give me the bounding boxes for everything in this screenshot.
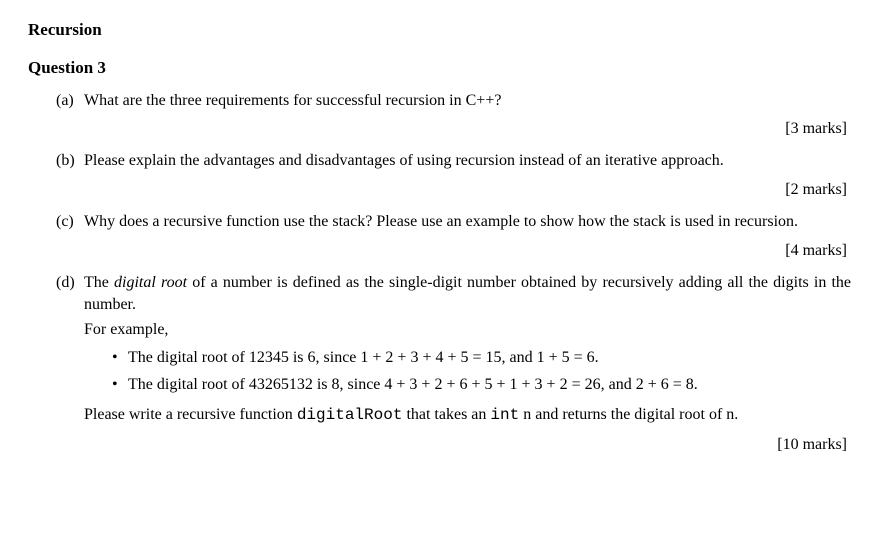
outro-post: n and returns the digital root of n. bbox=[519, 406, 738, 423]
question-title: Question 3 bbox=[28, 56, 851, 80]
marks: [4 marks] bbox=[56, 240, 851, 262]
marks: [3 marks] bbox=[56, 118, 851, 140]
part-label: (d) bbox=[56, 272, 84, 428]
part-text: Please explain the advantages and disadv… bbox=[84, 152, 724, 169]
bullet-text: The digital root of 43265132 is 8, since… bbox=[128, 374, 851, 396]
outro-pre: Please write a recursive function bbox=[84, 406, 297, 423]
part-c: (c) Why does a recursive function use th… bbox=[56, 211, 851, 233]
part-d: (d) The digital root of a number is defi… bbox=[56, 272, 851, 428]
part-text: Why does a recursive function use the st… bbox=[84, 213, 798, 230]
intro-italic: digital root bbox=[114, 274, 187, 291]
outro-mono: int bbox=[490, 406, 519, 424]
intro-pre: The bbox=[84, 274, 114, 291]
question-parts: (a) What are the three requirements for … bbox=[28, 90, 851, 457]
part-body: Please explain the advantages and disadv… bbox=[84, 150, 851, 172]
part-text: What are the three requirements for succ… bbox=[84, 92, 501, 109]
part-body: Why does a recursive function use the st… bbox=[84, 211, 851, 233]
list-item: • The digital root of 43265132 is 8, sin… bbox=[112, 374, 851, 396]
part-b: (b) Please explain the advantages and di… bbox=[56, 150, 851, 172]
marks: [10 marks] bbox=[56, 434, 851, 456]
bullet-text: The digital root of 12345 is 6, since 1 … bbox=[128, 347, 851, 369]
section-title: Recursion bbox=[28, 18, 851, 42]
part-a: (a) What are the three requirements for … bbox=[56, 90, 851, 112]
part-label: (a) bbox=[56, 90, 84, 112]
outro-mono: digitalRoot bbox=[297, 406, 403, 424]
marks: [2 marks] bbox=[56, 179, 851, 201]
outro-mid: that takes an bbox=[402, 406, 490, 423]
part-label: (b) bbox=[56, 150, 84, 172]
for-example: For example, bbox=[84, 319, 851, 341]
part-body: The digital root of a number is defined … bbox=[84, 272, 851, 428]
bullet-list: • The digital root of 12345 is 6, since … bbox=[84, 347, 851, 396]
list-item: • The digital root of 12345 is 6, since … bbox=[112, 347, 851, 369]
part-label: (c) bbox=[56, 211, 84, 233]
part-body: What are the three requirements for succ… bbox=[84, 90, 851, 112]
bullet-icon: • bbox=[112, 347, 128, 369]
bullet-icon: • bbox=[112, 374, 128, 396]
intro-post: of a number is defined as the single-dig… bbox=[84, 274, 851, 313]
